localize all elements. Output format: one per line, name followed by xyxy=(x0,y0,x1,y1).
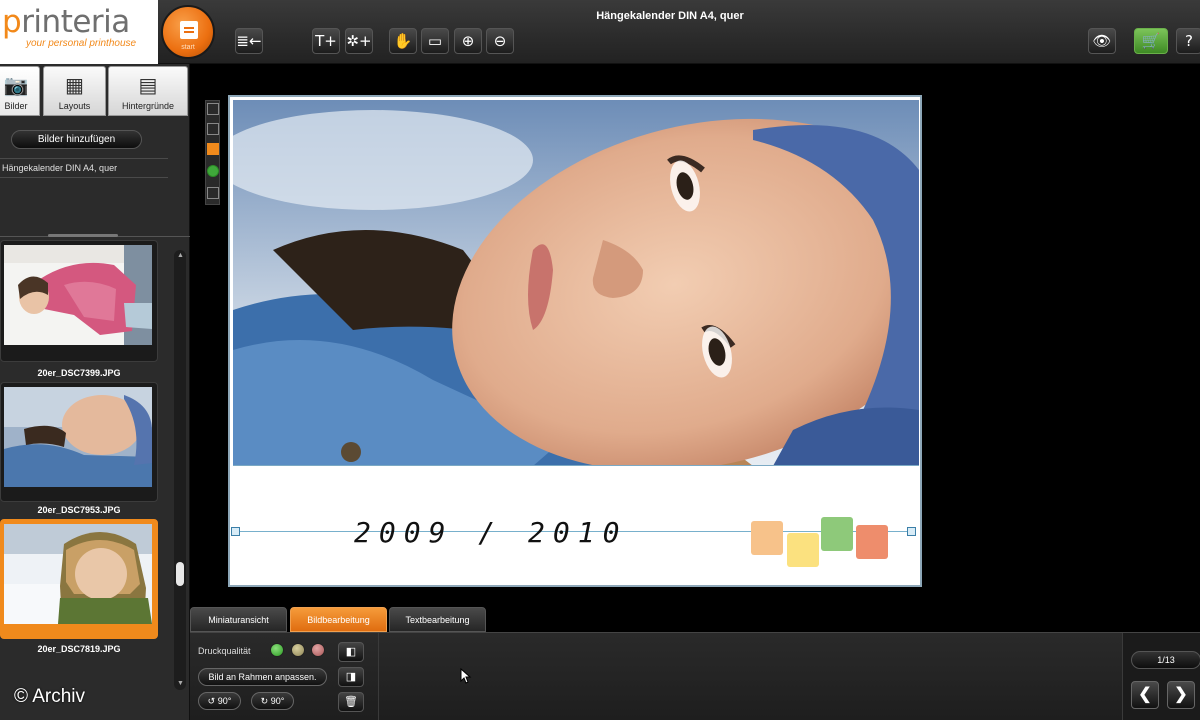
delete-image-button[interactable]: 🗑 xyxy=(338,692,364,712)
fit-view-button[interactable]: ▭ xyxy=(421,28,449,54)
decor-square-green[interactable] xyxy=(821,517,853,551)
image-thumbnail[interactable] xyxy=(0,240,158,362)
canvas-side-tools xyxy=(205,100,220,205)
scroll-up-icon[interactable]: ▲ xyxy=(177,252,184,259)
brand-tagline: your personal printhouse xyxy=(26,38,137,49)
bottom-edit-panel: Druckqualität ◧ Bild an Rahmen anpassen.… xyxy=(190,632,1200,720)
calendar-photo[interactable] xyxy=(233,100,919,466)
decor-square-orange[interactable] xyxy=(751,521,783,555)
camera-icon: 📷 xyxy=(3,73,29,97)
scroll-down-icon[interactable]: ▼ xyxy=(177,680,184,687)
mouse-cursor-icon xyxy=(460,668,472,684)
home-icon xyxy=(180,21,198,39)
zoom-out-button[interactable]: ⊖ xyxy=(486,28,514,54)
frame-tool-icon[interactable] xyxy=(207,123,219,135)
tab-hintergruende[interactable]: ▤ Hintergründe xyxy=(108,66,188,116)
tab-bilder[interactable]: 📷 Bilder xyxy=(0,66,40,116)
page-counter: 1/13 xyxy=(1131,651,1200,669)
select-tool-icon[interactable] xyxy=(207,103,219,115)
window-title: Hängekalender DIN A4, quer xyxy=(596,10,744,22)
fit-image-to-frame-button[interactable]: Bild an Rahmen anpassen. xyxy=(198,668,327,686)
tab-bildbearbeitung[interactable]: Bildbearbeitung xyxy=(290,607,387,632)
image-thumbnail[interactable] xyxy=(0,382,158,502)
tab-bilder-label: Bilder xyxy=(4,101,28,111)
previous-page-button[interactable]: ❮ xyxy=(1131,681,1159,709)
scrollbar-thumb[interactable] xyxy=(176,562,184,586)
brand-rest: rinteria xyxy=(21,4,130,40)
layouts-icon: ▦ xyxy=(65,73,84,97)
hand-tool-button[interactable]: ✋ xyxy=(389,28,417,54)
project-name[interactable]: Hängekalender DIN A4, quer xyxy=(0,158,168,178)
brand-logo: printeria your personal printhouse xyxy=(0,0,158,64)
tab-hintergruende-label: Hintergründe xyxy=(121,101,175,111)
help-button[interactable]: ? xyxy=(1176,28,1200,54)
home-button-label: start xyxy=(181,44,195,51)
print-quality-label: Druckqualität xyxy=(198,646,251,656)
top-toolbar: printeria your personal printhouse start… xyxy=(0,0,1200,64)
add-images-button[interactable]: Bilder hinzufügen xyxy=(11,130,142,149)
thumbnail-scrollbar[interactable] xyxy=(174,250,186,690)
brand-name: printeria xyxy=(2,4,130,40)
next-page-button[interactable]: ❯ xyxy=(1167,681,1195,709)
zoom-in-button[interactable]: ⊕ xyxy=(454,28,482,54)
image-tool-icon[interactable] xyxy=(207,143,219,155)
app-window: printeria your personal printhouse start… xyxy=(0,0,1200,720)
status-green-icon[interactable] xyxy=(207,165,219,177)
resize-handle-right[interactable] xyxy=(907,527,916,536)
backgrounds-icon: ▤ xyxy=(138,73,158,97)
add-clipart-button[interactable]: ✲+ xyxy=(345,28,373,54)
decor-square-red[interactable] xyxy=(856,525,888,559)
rotate-left-button[interactable]: ↺ 90° xyxy=(198,692,241,710)
thumbnail-filename: 20er_DSC7953.JPG xyxy=(37,505,121,515)
preview-eye-button[interactable]: 👁 xyxy=(1088,28,1116,54)
left-sidebar: 📷 Bilder ▦ Layouts ▤ Hintergründe Bilder… xyxy=(0,64,190,720)
thumbnail-filename: 20er_DSC7399.JPG xyxy=(37,368,121,378)
resize-handle-left[interactable] xyxy=(231,527,240,536)
quality-good-icon xyxy=(270,643,284,657)
decor-square-yellow[interactable] xyxy=(787,533,819,567)
quality-poor-icon xyxy=(311,643,325,657)
copyright-watermark: © Archiv xyxy=(14,686,86,707)
add-text-button[interactable]: T+ xyxy=(312,28,340,54)
crop-tool-icon[interactable] xyxy=(207,187,219,199)
send-to-back-button[interactable]: ◨ xyxy=(338,667,364,687)
panel-divider xyxy=(378,633,379,720)
bring-to-front-button[interactable]: ◧ xyxy=(338,642,364,662)
home-button[interactable]: start xyxy=(161,5,215,59)
tab-layouts-label: Layouts xyxy=(58,101,91,111)
tab-miniaturansicht[interactable]: Miniaturansicht xyxy=(190,607,287,632)
calendar-year-text[interactable]: 2009 / 2010 xyxy=(354,516,627,549)
cart-button[interactable]: 🛒 xyxy=(1134,28,1168,54)
thumbnail-photo xyxy=(4,245,152,345)
resize-grip[interactable] xyxy=(48,234,118,237)
page-navigation: 1/13 ❮ ❯ xyxy=(1122,633,1200,720)
thumbnail-filename: 20er_DSC7819.JPG xyxy=(37,644,121,654)
rotate-right-button[interactable]: ↻ 90° xyxy=(251,692,294,710)
calendar-page[interactable]: 2009 / 2010 xyxy=(228,95,922,587)
collapse-panel-button[interactable]: ≣← xyxy=(235,28,263,54)
thumbnail-photo xyxy=(4,387,152,487)
image-thumbnail-selected[interactable] xyxy=(0,519,158,639)
quality-medium-icon xyxy=(291,643,305,657)
tab-layouts[interactable]: ▦ Layouts xyxy=(43,66,106,116)
tab-textbearbeitung[interactable]: Textbearbeitung xyxy=(389,607,486,632)
thumbnail-photo xyxy=(4,524,152,624)
